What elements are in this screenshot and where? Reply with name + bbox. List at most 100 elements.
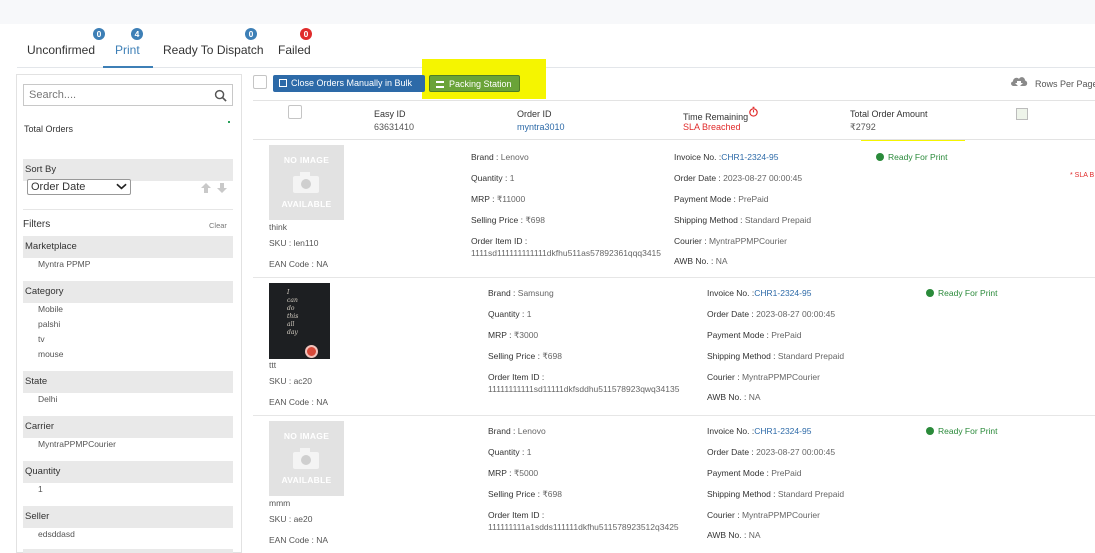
total-amount-value: ₹2792	[850, 122, 876, 132]
bulk-toolbar: Close Orders Manually in Bulk Packing St…	[253, 74, 1095, 96]
order-item-id: 1111sd111111111111dkfhu511as57892361qqq3…	[471, 248, 662, 258]
tab-unconfirmed[interactable]: 0 Unconfirmed	[27, 26, 105, 68]
camera-icon	[293, 172, 319, 193]
filter-sidebar: Total Orders Sort By Order Date Filters …	[16, 74, 242, 553]
order-item: I can do this all day ttt SKU : ac20 EAN…	[253, 279, 1095, 416]
filters-title: Filters	[23, 219, 51, 230]
courier: Courier : MyntraPPMPCourier	[707, 510, 820, 520]
packing-station-label: Packing Station	[449, 79, 512, 89]
sla-breached-status: SLA Breached	[683, 122, 741, 132]
awb-no: AWB No. : NA	[707, 392, 761, 402]
order-header: Easy ID 63631410 Order ID myntra3010 Tim…	[253, 100, 1095, 140]
order-date: Order Date : 2023-08-27 00:00:45	[707, 447, 836, 457]
camera-icon	[293, 448, 319, 469]
clear-filters-link[interactable]: Clear	[209, 221, 227, 230]
easy-id-value: 63631410	[374, 122, 415, 132]
no-image-text: AVAILABLE	[281, 199, 332, 209]
total-amount-label: Total Order Amount	[850, 109, 928, 119]
tab-label: Unconfirmed	[27, 43, 96, 57]
product-image-caption: I can do this all day	[287, 289, 299, 336]
filter-option[interactable]: 1	[38, 484, 43, 494]
tab-label: Ready To Dispatch	[163, 43, 264, 57]
order-item-id-label: Order Item ID :	[488, 372, 545, 382]
list-icon	[436, 81, 444, 88]
mrp: MRP : ₹3000	[488, 330, 539, 340]
no-image-text: NO IMAGE	[283, 155, 330, 165]
search-box	[23, 84, 233, 106]
order-date: Order Date : 2023-08-27 00:00:45	[674, 173, 803, 183]
ean-code: EAN Code : NA	[269, 397, 329, 407]
sort-select[interactable]: Order Date	[27, 179, 131, 195]
filter-group-next	[23, 549, 233, 553]
filter-option[interactable]: MyntraPPMPCourier	[38, 439, 116, 449]
shipping-method: Shipping Method : Standard Prepaid	[707, 489, 845, 499]
tab-count-badge: 0	[93, 28, 105, 40]
rows-per-page[interactable]: Rows Per Page	[1009, 73, 1095, 93]
tab-ready-to-dispatch[interactable]: 0 Ready To Dispatch	[163, 26, 264, 68]
courier: Courier : MyntraPPMPCourier	[707, 372, 820, 382]
order-checkbox[interactable]	[288, 105, 302, 119]
stopwatch-icon	[749, 106, 758, 117]
filter-option[interactable]: mouse	[38, 349, 64, 359]
filter-option[interactable]: Myntra PPMP	[38, 259, 90, 269]
quantity: Quantity : 1	[488, 309, 532, 319]
product-name: mmm	[269, 498, 291, 508]
brand: Brand : Lenovo	[471, 152, 529, 162]
sort-ascending-icon[interactable]	[200, 182, 212, 194]
check-circle-icon	[926, 289, 934, 297]
search-input[interactable]	[24, 85, 204, 105]
filter-option[interactable]: Delhi	[38, 394, 57, 404]
invoice-no: Invoice No. :CHR1-2324-95	[674, 152, 779, 162]
top-strip	[0, 0, 1095, 24]
sla-breach-note: * SLA B	[1070, 172, 1095, 179]
payment-mode: Payment Mode : PrePaid	[674, 194, 769, 204]
selling-price: Selling Price : ₹698	[488, 489, 562, 499]
order-item: NO IMAGE AVAILABLE mmm SKU : ae20 EAN Co…	[253, 417, 1095, 553]
tab-failed[interactable]: 0 Failed	[278, 26, 318, 68]
payment-mode: Payment Mode : PrePaid	[707, 330, 802, 340]
ready-for-print-status: Ready For Print	[926, 288, 998, 298]
filter-group-marketplace[interactable]: Marketplace	[23, 236, 233, 258]
mrp: MRP : ₹11000	[471, 194, 526, 204]
order-id-link[interactable]: myntra3010	[517, 122, 565, 132]
filter-group-quantity[interactable]: Quantity	[23, 461, 233, 483]
close-orders-bulk-button[interactable]: Close Orders Manually in Bulk	[273, 75, 425, 92]
order-item-id-label: Order Item ID :	[471, 236, 528, 246]
cloud-download-icon[interactable]	[1009, 73, 1029, 89]
filter-option[interactable]: palshi	[38, 319, 60, 329]
filter-option[interactable]: edsddasd	[38, 529, 75, 539]
filter-group-state[interactable]: State	[23, 371, 233, 393]
invoice-link[interactable]: CHR1-2324-95	[754, 426, 811, 436]
filter-group-category[interactable]: Category	[23, 281, 233, 303]
order-id-label: Order ID	[517, 109, 552, 119]
broken-image-icon	[1016, 108, 1028, 120]
search-icon[interactable]	[214, 89, 227, 102]
invoice-link[interactable]: CHR1-2324-95	[754, 288, 811, 298]
order-item-id-label: Order Item ID :	[488, 510, 545, 520]
shipping-method: Shipping Method : Standard Prepaid	[674, 215, 812, 225]
product-name: ttt	[269, 360, 277, 370]
sku: SKU : ac20	[269, 376, 312, 386]
sort-descending-icon[interactable]	[216, 182, 228, 194]
select-all-checkbox[interactable]	[253, 75, 267, 89]
no-image-text: AVAILABLE	[281, 475, 332, 485]
no-image-placeholder: NO IMAGE AVAILABLE	[269, 145, 344, 220]
check-circle-icon	[876, 153, 884, 161]
ean-code: EAN Code : NA	[269, 535, 329, 545]
filter-group-seller[interactable]: Seller	[23, 506, 233, 528]
selling-price: Selling Price : ₹698	[488, 351, 562, 361]
sort-by-header: Sort By	[23, 159, 233, 181]
filter-group-carrier[interactable]: Carrier	[23, 416, 233, 438]
tab-print[interactable]: 4 Print	[103, 26, 155, 68]
filter-option[interactable]: Mobile	[38, 304, 63, 314]
order-item-id: 111111111a1sdds111111dkfhu511578923512q3…	[488, 522, 679, 532]
filter-option[interactable]: tv	[38, 334, 45, 344]
image-badge	[305, 345, 318, 358]
packing-station-button[interactable]: Packing Station	[429, 75, 520, 92]
tab-label: Print	[115, 43, 140, 57]
shipping-method: Shipping Method : Standard Prepaid	[707, 351, 845, 361]
invoice-link[interactable]: CHR1-2324-95	[721, 152, 778, 162]
no-image-placeholder: NO IMAGE AVAILABLE	[269, 421, 344, 496]
courier: Courier : MyntraPPMPCourier	[674, 236, 787, 246]
product-image: I can do this all day	[269, 283, 330, 359]
